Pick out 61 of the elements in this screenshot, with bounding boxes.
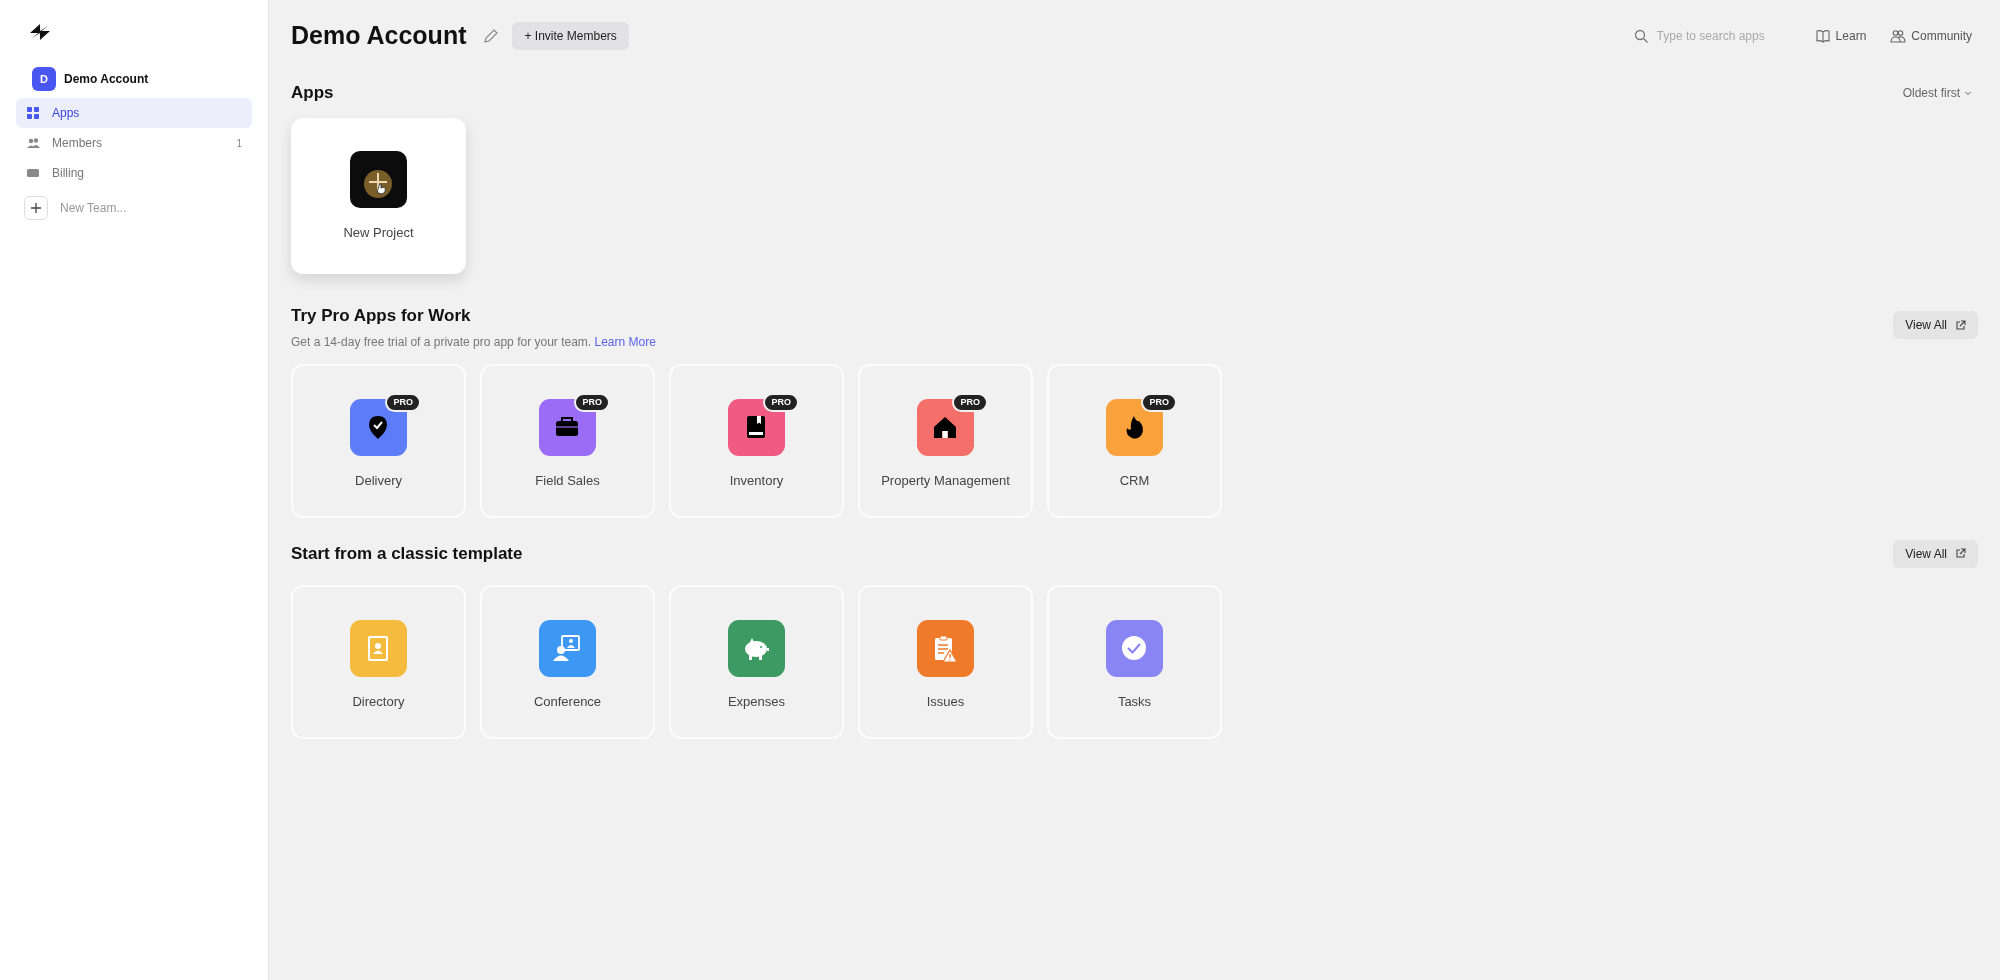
app-card[interactable]: Directory [291,584,466,739]
app-card[interactable]: PRO Property Management [858,363,1033,518]
app-card[interactable]: PRO Field Sales [480,363,655,518]
member-count: 1 [236,136,242,151]
sidebar-item[interactable]: Members 1 [16,128,252,158]
account-name: Demo Account [64,71,149,88]
invite-members-button[interactable]: + Invite Members [512,22,629,50]
app-card[interactable]: Tasks [1047,584,1222,739]
app-label: Issues [926,692,965,711]
search-field[interactable]: Type to search apps [1633,27,1799,45]
app-label: CRM [1119,471,1150,490]
app-label: Inventory [729,471,784,490]
people-icon [1890,28,1907,44]
contact-card-icon [350,619,407,677]
sidebar-item[interactable]: Apps [16,98,252,128]
app-card[interactable]: PRO Inventory [669,363,844,518]
add-project-icon [350,151,407,208]
page-title: Demo Account [291,20,467,52]
app-card[interactable]: PRO CRM [1047,363,1222,518]
app-label: Delivery [355,471,402,490]
app-label: Tasks [1117,692,1152,711]
pro-badge: PRO [385,392,421,412]
account-avatar: D [32,67,56,91]
pro-badge: PRO [1141,392,1177,412]
sidebar-item[interactable]: Billing [16,158,252,188]
clipboard-warning-icon [917,619,974,677]
app-card[interactable]: PRO Delivery [291,363,466,518]
book-icon [1814,28,1831,44]
app-card[interactable]: Expenses [669,584,844,739]
section-title: Try Pro Apps for Work [291,305,472,327]
card-icon [26,166,40,180]
app-card[interactable]: Conference [480,584,655,739]
chevron-down-icon [1964,89,1972,97]
section-subtitle: Get a 14-day free trial of a private pro app for your team. Learn More [291,333,656,351]
pro-badge: PRO [952,392,988,412]
pro-badge: PRO [574,392,610,412]
members-icon [26,136,40,150]
view-all-button[interactable]: View All [1893,311,1978,339]
search-icon [1633,28,1649,44]
app-label: Field Sales [535,471,600,490]
app-label: Property Management [881,471,1010,490]
header-link[interactable]: Community [1890,27,1972,45]
app-card[interactable]: Issues [858,584,1033,739]
external-link-icon [1955,548,1966,559]
app-label: Conference [533,692,602,711]
header-link[interactable]: Learn [1814,27,1867,45]
external-link-icon [1955,319,1966,331]
learn-more-link[interactable]: Learn More [594,334,656,349]
view-all-button[interactable]: View All [1893,539,1978,568]
video-conference-icon [539,619,596,677]
new-project-card[interactable]: New Project [291,118,466,274]
section-title: Start from a classic template [291,542,523,565]
piggy-bank-icon [728,619,785,677]
app-label: New Project [343,224,414,242]
pro-badge: PRO [763,392,799,412]
section-title: Apps [291,82,334,105]
app-label: Expenses [727,692,786,711]
app-label: Directory [352,692,405,711]
sort-dropdown[interactable]: Oldest first [1902,84,1972,102]
apps-grid-icon [26,106,40,120]
add-team-icon[interactable] [24,196,48,220]
